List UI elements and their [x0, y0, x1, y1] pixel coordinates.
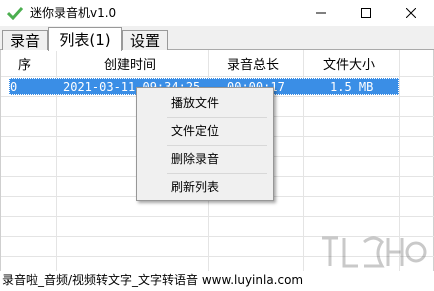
minimize-button[interactable]: [299, 0, 343, 26]
column-header-created[interactable]: 创建时间: [104, 58, 156, 74]
minimize-icon: [316, 12, 326, 14]
maximize-button[interactable]: [344, 0, 388, 26]
tab-strip: 录音 列表(1) 设置: [0, 26, 434, 51]
tab-settings[interactable]: 设置: [122, 30, 168, 50]
close-icon: [406, 8, 416, 18]
app-check-icon: [7, 6, 23, 20]
tab-list[interactable]: 列表(1): [48, 27, 122, 51]
title-bar: 迷你录音机v1.0: [0, 0, 434, 26]
column-header-duration[interactable]: 录音总长: [227, 58, 279, 74]
close-button[interactable]: [389, 0, 433, 26]
footer-text: 录音啦_音频/视频转文字_文字转语音 www.luyinla.com: [0, 271, 434, 291]
tab-record[interactable]: 录音: [2, 30, 48, 50]
menu-separator: [167, 117, 267, 118]
window-title: 迷你录音机v1.0: [30, 6, 117, 20]
menu-item-refresh[interactable]: 刷新列表: [137, 175, 273, 199]
cell-index: 0: [10, 80, 18, 94]
menu-separator: [167, 145, 267, 146]
context-menu: 播放文件 文件定位 删除录音 刷新列表: [136, 87, 274, 201]
maximize-icon: [361, 8, 371, 18]
menu-item-delete[interactable]: 删除录音: [137, 147, 273, 171]
menu-item-locate[interactable]: 文件定位: [137, 119, 273, 143]
column-header-index[interactable]: 序: [18, 58, 31, 74]
watermark-logo: [322, 236, 427, 268]
column-header-size[interactable]: 文件大小: [323, 58, 375, 74]
menu-separator: [167, 173, 267, 174]
cell-size: 1.5 MB: [330, 80, 374, 94]
menu-item-play[interactable]: 播放文件: [137, 91, 273, 115]
